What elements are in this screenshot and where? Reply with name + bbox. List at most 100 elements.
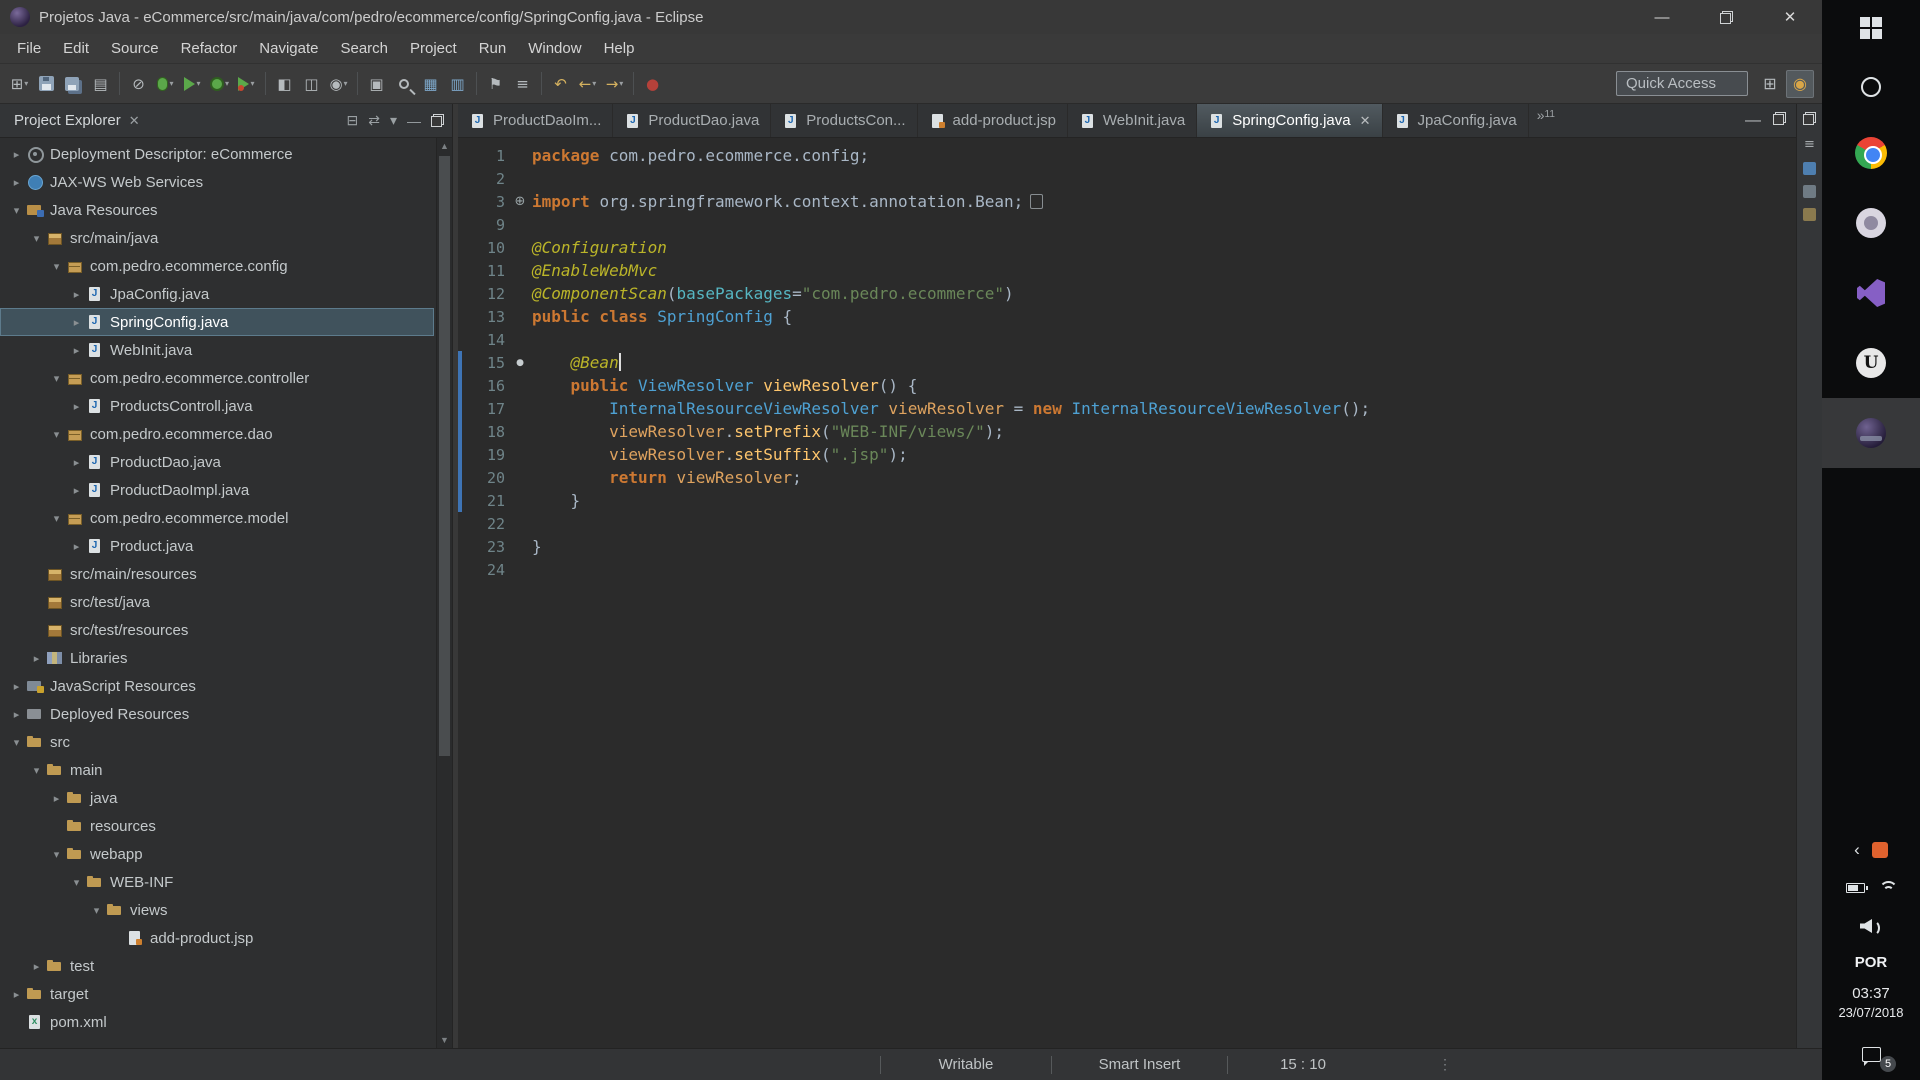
tree-item[interactable]: ▸ JavaScript Resources: [0, 672, 434, 700]
maximize-editor-icon[interactable]: [1773, 111, 1786, 130]
search-button[interactable]: [390, 70, 417, 98]
tree-item[interactable]: ▾ main: [0, 756, 434, 784]
line-number[interactable]: 2: [462, 170, 508, 188]
expander-icon[interactable]: ▾: [48, 372, 65, 385]
tree-item[interactable]: ▸ JpaConfig.java: [0, 280, 434, 308]
tree-item[interactable]: src/test/resources: [0, 616, 434, 644]
editor-tab[interactable]: ProductDaoIm...: [458, 104, 614, 137]
debug-button[interactable]: ▾: [152, 70, 179, 98]
action-center-button[interactable]: 5: [1822, 1028, 1920, 1080]
taskbar-item-eclipse[interactable]: [1822, 398, 1920, 468]
tree-item[interactable]: ▾ com.pedro.ecommerce.controller: [0, 364, 434, 392]
tree-item[interactable]: ▸ ProductDao.java: [0, 448, 434, 476]
minimize-view-icon[interactable]: —: [407, 113, 421, 129]
expander-icon[interactable]: ▸: [68, 400, 85, 413]
editor-tab[interactable]: SpringConfig.java ✕: [1197, 104, 1383, 137]
expander-icon[interactable]: ▸: [28, 960, 45, 973]
java-ee-perspective-button[interactable]: ◉: [1786, 69, 1814, 98]
expander-icon[interactable]: ▸: [68, 484, 85, 497]
tree-item[interactable]: src/main/resources: [0, 560, 434, 588]
tree-item[interactable]: ▸ test: [0, 952, 434, 980]
view-icon[interactable]: [1803, 208, 1816, 221]
new-class-button[interactable]: ◉ ▾: [325, 70, 352, 98]
close-icon[interactable]: ✕: [1360, 113, 1371, 129]
line-number[interactable]: 12: [462, 285, 508, 303]
forward-button[interactable]: → ▾: [601, 70, 628, 98]
close-button[interactable]: ✕: [1758, 0, 1822, 34]
explorer-scrollbar[interactable]: ▲ ▼: [436, 138, 452, 1048]
start-button[interactable]: [1822, 0, 1920, 56]
line-number[interactable]: 14: [462, 331, 508, 349]
tree-item[interactable]: ▸ ProductsControll.java: [0, 392, 434, 420]
tree-item[interactable]: ▾ Java Resources: [0, 196, 434, 224]
menu-run[interactable]: Run: [468, 34, 518, 64]
open-perspective-button[interactable]: ⊞: [1756, 70, 1784, 98]
line-number[interactable]: 24: [462, 561, 508, 579]
tree-item[interactable]: ▾ com.pedro.ecommerce.dao: [0, 420, 434, 448]
network-icon[interactable]: [1877, 881, 1898, 895]
expander-icon[interactable]: ▸: [48, 792, 65, 805]
view-icon[interactable]: [1803, 185, 1816, 198]
new-wizard-button[interactable]: ⊞ ▾: [6, 70, 33, 98]
scrollbar-thumb[interactable]: [439, 156, 450, 756]
line-number[interactable]: 15: [462, 354, 508, 372]
restore-button[interactable]: [1694, 0, 1758, 34]
line-number[interactable]: 21: [462, 492, 508, 510]
expander-icon[interactable]: ▾: [48, 512, 65, 525]
db-grid-button[interactable]: ▥: [444, 70, 471, 98]
menu-file[interactable]: File: [6, 34, 52, 64]
expander-icon[interactable]: ▸: [28, 652, 45, 665]
clock[interactable]: 03:37 23/07/2018: [1838, 979, 1903, 1028]
expander-icon[interactable]: ▾: [28, 764, 45, 777]
line-number[interactable]: 9: [462, 216, 508, 234]
back-button[interactable]: ← ▾: [574, 70, 601, 98]
tree-item[interactable]: ▸ target: [0, 980, 434, 1008]
scroll-down-icon[interactable]: ▼: [437, 1032, 452, 1048]
expander-icon[interactable]: ▸: [68, 288, 85, 301]
search-button[interactable]: [1822, 56, 1920, 118]
line-number[interactable]: 23: [462, 538, 508, 556]
expander-icon[interactable]: ▸: [8, 148, 25, 161]
annotations-button[interactable]: ≡: [509, 70, 536, 98]
expander-icon[interactable]: ▾: [48, 260, 65, 273]
collapse-all-icon[interactable]: ⊟: [347, 112, 359, 129]
menu-help[interactable]: Help: [593, 34, 646, 64]
tree-item[interactable]: ▾ src: [0, 728, 434, 756]
editor-tab[interactable]: JpaConfig.java: [1383, 104, 1529, 137]
hidden-icons-chevron[interactable]: ‹: [1854, 840, 1860, 860]
tree-item[interactable]: ▸ Product.java: [0, 532, 434, 560]
tree-item[interactable]: ▾ src/main/java: [0, 224, 434, 252]
tree-item[interactable]: ▸ Deployment Descriptor: eCommerce: [0, 140, 434, 168]
tree-item[interactable]: ▸ Libraries: [0, 644, 434, 672]
battery-icon[interactable]: [1845, 883, 1868, 893]
tab-overflow[interactable]: » 11: [1529, 104, 1561, 137]
line-number[interactable]: 11: [462, 262, 508, 280]
tree-item[interactable]: ▾ WEB-INF: [0, 868, 434, 896]
menu-search[interactable]: Search: [329, 34, 399, 64]
line-number[interactable]: 13: [462, 308, 508, 326]
tree-item[interactable]: ▸ java: [0, 784, 434, 812]
tree-item[interactable]: ▾ com.pedro.ecommerce.model: [0, 504, 434, 532]
menu-navigate[interactable]: Navigate: [248, 34, 329, 64]
tree-item[interactable]: ▾ webapp: [0, 840, 434, 868]
tree-item[interactable]: ▸ SpringConfig.java: [0, 308, 434, 336]
tree-item[interactable]: ▸ WebInit.java: [0, 336, 434, 364]
print-button[interactable]: ▤: [87, 70, 114, 98]
tree-item[interactable]: ▸ JAX-WS Web Services: [0, 168, 434, 196]
expander-icon[interactable]: ▸: [8, 988, 25, 1001]
scroll-up-icon[interactable]: ▲: [437, 138, 452, 154]
line-number[interactable]: 22: [462, 515, 508, 533]
minimize-button[interactable]: —: [1630, 0, 1694, 34]
line-number[interactable]: 20: [462, 469, 508, 487]
editor-tab[interactable]: add-product.jsp: [918, 104, 1068, 137]
expander-icon[interactable]: ▸: [68, 344, 85, 357]
tray-app-icon[interactable]: [1871, 842, 1888, 858]
run-button[interactable]: ▾: [179, 70, 206, 98]
tree-item[interactable]: resources: [0, 812, 434, 840]
taskbar-item-chrome[interactable]: [1822, 118, 1920, 188]
expander-icon[interactable]: ▾: [28, 232, 45, 245]
coverage-button[interactable]: ▾: [206, 70, 233, 98]
expander-icon[interactable]: ▸: [8, 708, 25, 721]
outline-view-icon[interactable]: ≡: [1802, 136, 1818, 152]
line-number[interactable]: 18: [462, 423, 508, 441]
